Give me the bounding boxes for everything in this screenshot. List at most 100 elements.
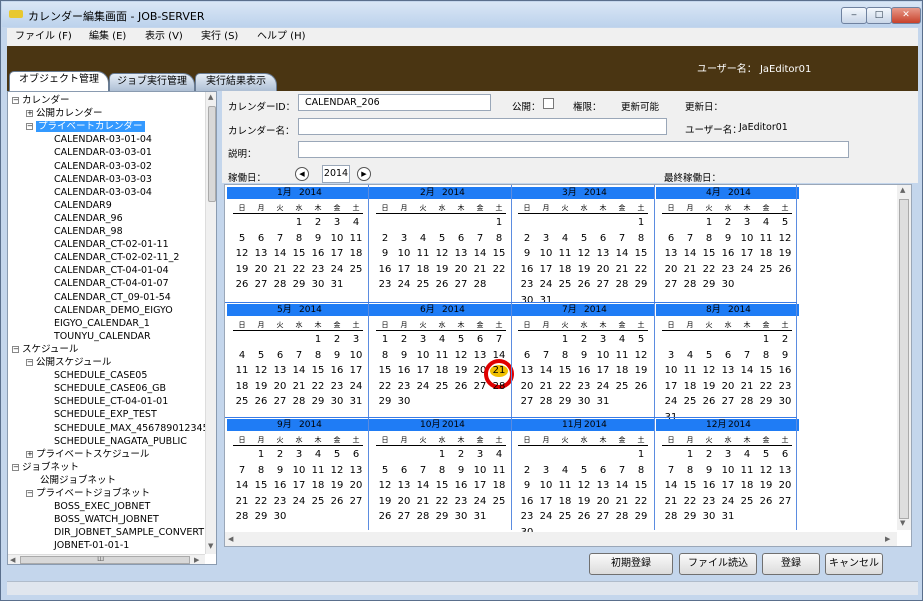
tree-node[interactable]: CALENDAR_CT-02-02-11_2	[54, 252, 179, 264]
day-cell[interactable]: 11	[681, 365, 699, 377]
day-cell[interactable]: 5	[776, 217, 794, 229]
day-cell[interactable]: 6	[347, 449, 365, 461]
cal-scroll-right-icon[interactable]: ▶	[885, 535, 890, 543]
tree-node[interactable]: CALENDAR-03-03-04	[54, 187, 152, 199]
day-cell[interactable]: 7	[271, 233, 289, 245]
day-cell[interactable]: 2	[700, 449, 718, 461]
day-cell[interactable]: 29	[700, 279, 718, 291]
day-cell[interactable]: 24	[662, 396, 680, 408]
day-cell[interactable]: 5	[433, 233, 451, 245]
day-cell[interactable]: 26	[700, 396, 718, 408]
day-cell[interactable]: 14	[613, 480, 631, 492]
day-cell[interactable]: 30	[719, 279, 737, 291]
cancel-button[interactable]: キャンセル	[825, 553, 883, 575]
description-input[interactable]	[298, 141, 849, 158]
tree-vertical-scrollbar[interactable]: ▲ ▼	[205, 92, 216, 554]
day-cell[interactable]: 25	[556, 511, 574, 523]
day-cell[interactable]: 5	[233, 233, 251, 245]
tree-node[interactable]: CALENDAR9	[54, 200, 112, 212]
tree-node[interactable]: CALENDAR_DEMO_EIGYO	[54, 305, 173, 317]
day-cell[interactable]: 8	[632, 465, 650, 477]
day-cell[interactable]: 10	[738, 233, 756, 245]
day-cell[interactable]: 3	[395, 233, 413, 245]
tree-node[interactable]: DIR_JOBNET_SAMPLE_CONVERT	[54, 527, 204, 539]
tree-node[interactable]: CALENDAR_CT_09-01-54	[54, 292, 171, 304]
day-cell[interactable]: 3	[719, 449, 737, 461]
menu-help[interactable]: ヘルプ (H)	[257, 29, 306, 45]
day-cell[interactable]: 15	[632, 480, 650, 492]
day-cell[interactable]: 18	[613, 365, 631, 377]
day-cell[interactable]: 6	[271, 350, 289, 362]
day-cell[interactable]: 30	[700, 511, 718, 523]
day-cell[interactable]: 3	[537, 233, 555, 245]
day-cell[interactable]: 30	[309, 279, 327, 291]
day-cell[interactable]: 29	[632, 279, 650, 291]
day-cell[interactable]: 8	[376, 350, 394, 362]
day-cell[interactable]: 1	[252, 449, 270, 461]
tree-node[interactable]: SCHEDULE_CASE06_GB	[54, 383, 166, 395]
day-cell[interactable]: 20	[395, 496, 413, 508]
tree-node[interactable]: − カレンダー	[12, 95, 70, 107]
day-cell[interactable]: 11	[613, 350, 631, 362]
day-cell[interactable]: 30	[271, 511, 289, 523]
day-cell[interactable]: 14	[271, 248, 289, 260]
day-cell[interactable]: 23	[328, 381, 346, 393]
day-cell[interactable]: 25	[738, 496, 756, 508]
collapse-icon[interactable]: −	[26, 359, 33, 366]
day-cell[interactable]: 31	[328, 279, 346, 291]
day-cell[interactable]: 29	[681, 511, 699, 523]
day-cell[interactable]: 22	[309, 381, 327, 393]
day-cell[interactable]: 27	[471, 381, 489, 393]
day-cell[interactable]: 4	[414, 233, 432, 245]
day-cell[interactable]: 28	[738, 396, 756, 408]
day-cell[interactable]: 29	[757, 396, 775, 408]
tree-node[interactable]: SCHEDULE_NAGATA_PUBLIC	[54, 436, 187, 448]
day-cell[interactable]: 8	[632, 233, 650, 245]
day-cell[interactable]: 5	[757, 449, 775, 461]
day-cell[interactable]: 3	[594, 334, 612, 346]
day-cell[interactable]: 28	[613, 511, 631, 523]
day-cell[interactable]: 23	[452, 496, 470, 508]
day-cell[interactable]: 12	[376, 480, 394, 492]
day-cell[interactable]: 20	[347, 480, 365, 492]
day-cell[interactable]: 4	[757, 217, 775, 229]
day-cell[interactable]: 11	[490, 465, 508, 477]
day-cell[interactable]: 22	[632, 496, 650, 508]
day-cell[interactable]: 3	[290, 449, 308, 461]
day-cell[interactable]: 12	[700, 365, 718, 377]
day-cell[interactable]: 13	[594, 248, 612, 260]
day-cell[interactable]: 19	[452, 365, 470, 377]
day-cell[interactable]: 13	[662, 248, 680, 260]
cal-scroll-up-icon[interactable]: ▲	[900, 186, 905, 194]
day-cell[interactable]: 19	[376, 496, 394, 508]
day-cell[interactable]: 21	[271, 264, 289, 276]
day-cell[interactable]: 28	[681, 279, 699, 291]
day-cell[interactable]: 31	[594, 396, 612, 408]
day-cell[interactable]: 30	[328, 396, 346, 408]
day-cell[interactable]: 17	[537, 496, 555, 508]
day-cell[interactable]: 2	[328, 334, 346, 346]
scroll-up-icon[interactable]: ▲	[208, 93, 213, 101]
day-cell[interactable]: 10	[328, 233, 346, 245]
day-cell[interactable]: 12	[632, 350, 650, 362]
day-cell[interactable]: 8	[490, 233, 508, 245]
day-cell[interactable]: 3	[471, 449, 489, 461]
day-cell[interactable]: 22	[632, 264, 650, 276]
day-cell[interactable]: 18	[738, 480, 756, 492]
day-cell[interactable]: 24	[414, 381, 432, 393]
day-cell[interactable]: 30	[452, 511, 470, 523]
day-cell[interactable]: 24	[471, 496, 489, 508]
day-cell[interactable]: 21	[290, 381, 308, 393]
day-cell[interactable]: 15	[700, 248, 718, 260]
expand-icon[interactable]: +	[26, 110, 33, 118]
tree-node[interactable]: − プライベートジョブネット	[26, 488, 150, 500]
day-cell[interactable]: 20	[452, 264, 470, 276]
day-cell[interactable]: 10	[471, 465, 489, 477]
day-cell[interactable]: 20	[518, 381, 536, 393]
day-cell[interactable]: 29	[376, 396, 394, 408]
day-cell[interactable]: 26	[452, 381, 470, 393]
day-cell[interactable]: 4	[490, 449, 508, 461]
day-cell[interactable]: 10	[347, 350, 365, 362]
day-cell[interactable]: 7	[414, 465, 432, 477]
day-cell[interactable]: 25	[347, 264, 365, 276]
